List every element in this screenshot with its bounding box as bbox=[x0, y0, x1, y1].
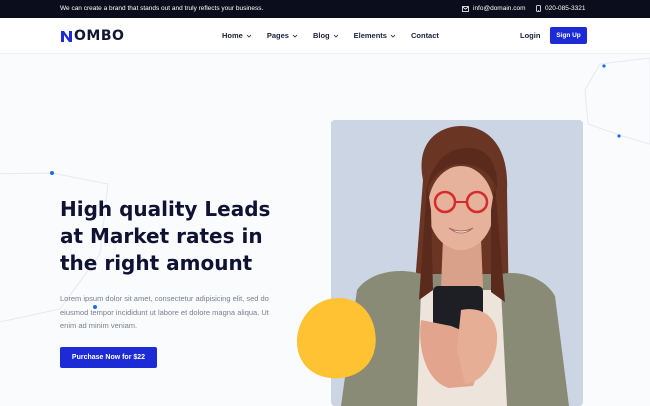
chevron-down-icon bbox=[292, 34, 298, 38]
login-link[interactable]: Login bbox=[520, 31, 540, 40]
signup-button[interactable]: Sign Up bbox=[550, 27, 587, 44]
yellow-blob-shape bbox=[297, 298, 376, 379]
deco-dot bbox=[602, 64, 606, 68]
nav-label-home: Home bbox=[222, 31, 243, 40]
chevron-down-icon bbox=[246, 34, 252, 38]
top-bar-email[interactable]: info@domain.com bbox=[462, 5, 525, 12]
phone-text[interactable]: 020-085-3321 bbox=[545, 5, 585, 12]
top-bar-phone[interactable]: 020-085-3321 bbox=[536, 5, 585, 12]
mail-icon bbox=[462, 5, 469, 12]
hero-description: Lorem ipsum dolor sit amet, consectetur … bbox=[60, 294, 269, 330]
purchase-button[interactable]: Purchase Now for $22 bbox=[60, 347, 157, 368]
main-header: OMBO Home Pages Blog Elements Contact Lo… bbox=[0, 18, 650, 54]
nav-item-elements[interactable]: Elements bbox=[354, 31, 396, 40]
nav-item-home[interactable]: Home bbox=[222, 31, 252, 40]
nav-label-pages: Pages bbox=[266, 31, 289, 40]
chevron-down-icon bbox=[390, 34, 396, 38]
top-bar-tagline: We can create a brand that stands out an… bbox=[60, 5, 264, 12]
phone-icon bbox=[536, 5, 541, 12]
nav-item-blog[interactable]: Blog bbox=[313, 31, 339, 40]
deco-dot bbox=[50, 171, 54, 175]
top-bar: We can create a brand that stands out an… bbox=[0, 0, 650, 18]
logo-mark-icon bbox=[61, 30, 72, 42]
main-nav: Home Pages Blog Elements Contact bbox=[222, 31, 454, 40]
chevron-down-icon bbox=[333, 34, 338, 38]
nav-label-blog: Blog bbox=[312, 31, 330, 40]
nav-item-pages[interactable]: Pages bbox=[267, 31, 298, 40]
nav-label-contact: Contact bbox=[410, 31, 439, 40]
email-text[interactable]: info@domain.com bbox=[473, 5, 525, 12]
nav-item-contact[interactable]: Contact bbox=[411, 31, 439, 40]
nav-label-elements: Elements bbox=[353, 31, 387, 40]
deco-dot bbox=[617, 134, 621, 138]
logo[interactable]: OMBO bbox=[60, 28, 124, 44]
logo-text: OMBO bbox=[74, 28, 125, 44]
hero-title: High quality Leads at Market rates in th… bbox=[60, 197, 271, 275]
